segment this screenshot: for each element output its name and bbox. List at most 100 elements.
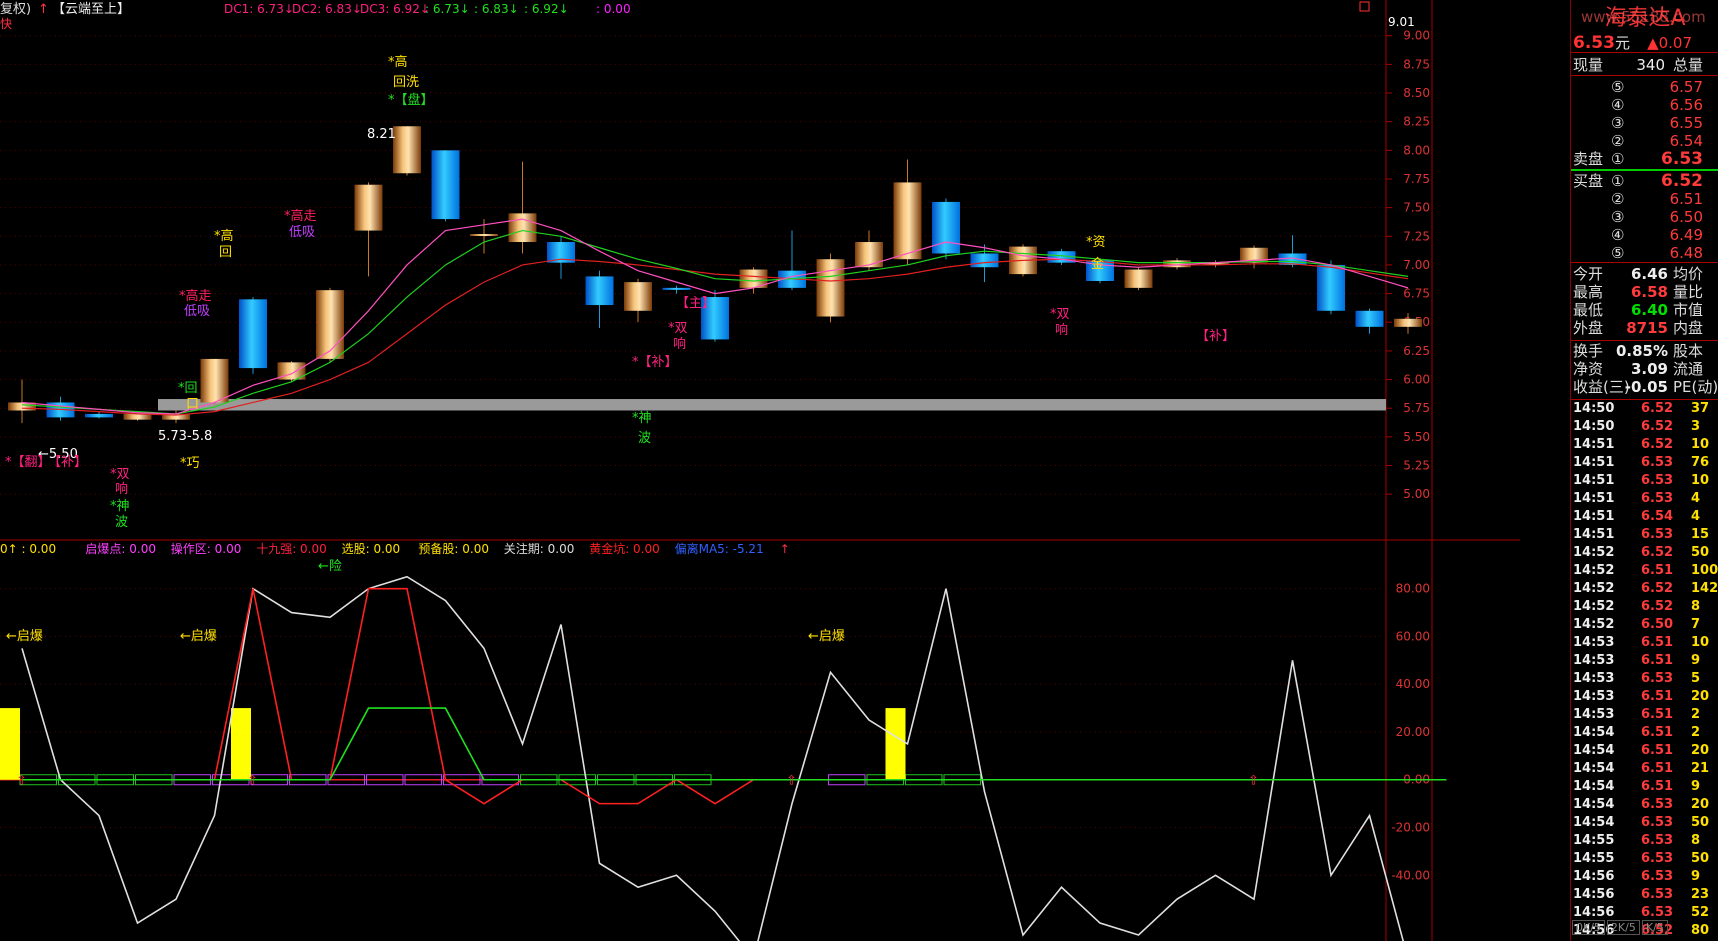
ask-level-3: ③ 6.55 [1611,114,1703,132]
tick-row: 14:52 6.52 8 [1573,599,1701,614]
osc-header-item: 选股: 0.00 [342,542,401,556]
annotation: *双 [110,467,130,482]
price-axis-label: 6.00 [1403,373,1430,387]
annotation: 【补】 [48,455,87,470]
price-axis-label: 5.75 [1403,401,1430,415]
ask-level-1: 卖盘 ① 6.53 [1573,149,1703,169]
quote-panel: 海泰达A www.55188.com 6.53元 ▲0.07 现量 340 总量… [1570,0,1718,941]
tick-row: 14:51 6.52 10 [1573,437,1710,452]
bid-level-4: ④ 6.49 [1611,226,1703,244]
candle-body [316,290,344,359]
candle-body [431,150,460,220]
header-text: 复权) [0,1,31,17]
annotation: *巧 [180,456,200,471]
candle-body [85,413,113,418]
annotation: *神 [110,499,130,514]
annotation: 响 [1055,322,1068,338]
watermark: www.55188.com [1581,8,1706,26]
bid-level-1: 买盘 ① 6.52 [1573,171,1703,191]
ask-level-5: ⑤ 6.57 [1611,78,1703,96]
tick-row: 14:53 6.51 9 [1573,653,1701,668]
diamond-marker [1359,1,1370,12]
osc-header-item: 关注期: 0.00 [504,541,575,556]
annotation: *双 [1050,307,1070,322]
price-axis-label: 8.25 [1403,115,1430,129]
candle-body [200,358,229,403]
tick-row: 14:56 6.53 23 [1573,887,1710,902]
osc-up-arrow: ⇧ [786,774,797,789]
osc-axis-label: -20.00 [1391,821,1430,835]
tick-row: 14:54 6.51 21 [1573,761,1710,776]
price-axis-label: 7.00 [1403,258,1430,272]
bid-level-5: ⑤ 6.48 [1611,244,1703,262]
price-axis-label: 8.00 [1403,143,1430,157]
annotation: 低吸 [289,225,315,240]
osc-yellow-bar [885,708,906,780]
osc-axis-label: 60.00 [1396,629,1430,643]
tick-row: 14:51 6.53 4 [1573,491,1701,506]
stat-row: 最低 6.40 市值 [1573,301,1704,319]
annotation: 波 [115,515,128,530]
osc-header-item: 预备股: 0.00 [418,542,489,556]
stat-row: 外盘 8715 内盘 [1573,319,1704,337]
osc-header-item: 十九强: 0.00 [256,542,327,556]
osc-up-arrow: ⇧ [1248,774,1259,789]
candle-body [239,299,267,369]
tick-row: 14:53 6.51 2 [1573,707,1701,722]
dc1-value: DC1: 6.73↓ [224,2,294,16]
candle-body [1124,269,1153,288]
candle-body [662,287,691,290]
annotation: *【补】 [632,355,678,370]
candle-body [855,242,883,268]
candle-body [354,184,383,231]
tick-row: 14:55 6.53 8 [1573,833,1701,848]
tick-row: 14:53 6.51 20 [1573,689,1710,704]
osc-up-arrow: ⇧ [16,774,27,789]
annotation: 金 [1091,256,1104,272]
ask-level-4: ④ 6.56 [1611,96,1703,114]
price-axis-label: 6.25 [1403,344,1430,358]
tick-row: 14:51 6.53 10 [1573,473,1710,488]
annotation: *高 [388,54,408,70]
candle-body [393,126,421,174]
osc-header-item: 0↑ : 0.00 [0,542,56,556]
kline-chart-area[interactable]: 9.00 8.75 8.50 8.25 8.00 7.75 7.50 7.25 7.00 6.75… [0,0,1520,941]
stat-row: 最高 6.58 量比 [1573,283,1704,301]
bottom-tab[interactable]: 2K/5 [1606,920,1640,935]
v1-value: : 6.73↓ [425,2,470,16]
ask-label: 卖盘 [1573,150,1604,168]
price-axis-label: 7.50 [1403,201,1430,215]
kline-chart[interactable]: 9.00 8.75 8.50 8.25 8.00 7.75 7.50 7.25 7.00 6.75… [0,0,1520,941]
indicator-name: 【云端至上】 [52,2,130,17]
tick-row: 14:52 6.52 142 [1573,581,1718,596]
bottom-tab[interactable]: K/5 [1641,920,1668,935]
osc-axis-label: -40.00 [1391,868,1430,882]
tick-row: 14:51 6.53 15 [1573,527,1710,542]
corner-mark: 快 [0,17,12,31]
xian-label: ←险 [318,559,342,574]
tick-row: 14:53 6.51 10 [1573,635,1710,650]
header-arrow: ↑ [38,2,49,17]
price-axis-label: 6.75 [1403,287,1430,301]
bottom-tabs[interactable]: 0K/5 2K/5 K/5 [1572,920,1718,938]
tick-row: 14:52 6.50 7 [1573,617,1701,632]
stat-row: 今开 6.46 均价 [1573,265,1704,283]
stat2-row: 换手 0.85% 股本 [1573,342,1704,360]
price-axis-label: 5.00 [1403,487,1430,501]
tick-row: 14:52 6.52 50 [1573,545,1710,560]
annotation: *【盘】 [388,92,434,108]
bottom-tab[interactable]: 0K/5 [1572,920,1605,935]
current-price: 6.53元 ▲0.07 [1573,33,1692,53]
annotation: 响 [115,481,128,497]
price-axis-label: 5.50 [1403,430,1430,444]
tick-row: 14:54 6.53 50 [1573,815,1710,830]
dc2-value: DC2: 6.83↓ [292,2,362,16]
candle-body [585,276,614,306]
candle-body [970,253,999,268]
annotation: *【翻】 [5,455,51,470]
bid-level-3: ③ 6.50 [1611,208,1703,226]
osc-yellow-bar [231,708,251,780]
osc-header-item: 偏离MA5: -5.21 [675,541,764,556]
price-axis-label: 5.25 [1403,459,1430,473]
dc3-value: DC3: 6.92↓ [360,2,430,16]
